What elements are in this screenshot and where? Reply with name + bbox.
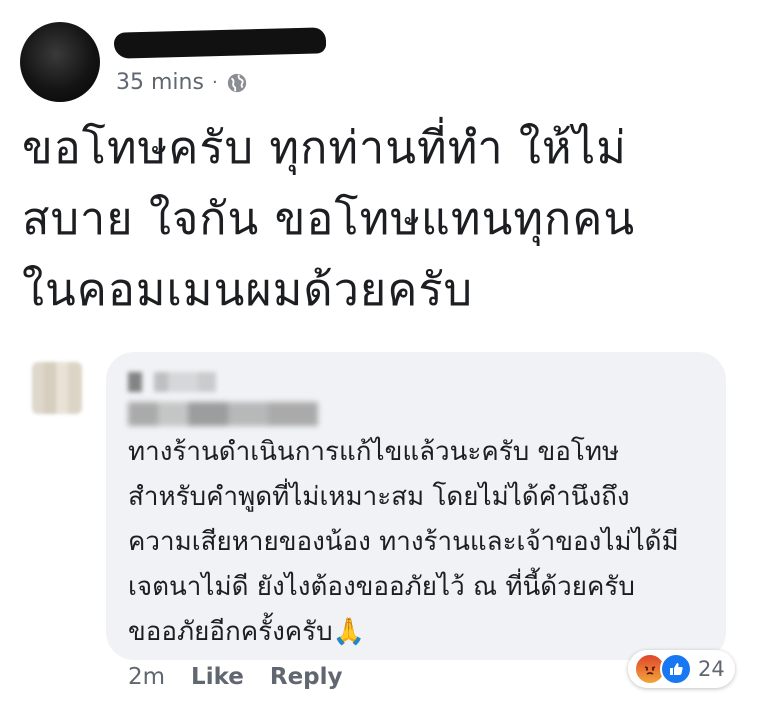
comment-bubble: ทางร้านดำเนินการแก้ไขแล้วนะครับ ขอโทษ สำ… [106, 352, 726, 660]
like-button[interactable]: Like [191, 664, 244, 690]
like-icon [660, 653, 692, 685]
reply-button[interactable]: Reply [270, 664, 343, 690]
post-meta: 35 mins · [116, 70, 248, 95]
redacted-commenter-name-line [128, 402, 318, 426]
globe-icon[interactable] [226, 72, 248, 94]
meta-separator: · [211, 72, 218, 93]
comment-avatar[interactable] [32, 362, 82, 414]
redacted-commenter-name [128, 372, 216, 392]
comment-actions: 2m Like Reply [128, 664, 343, 690]
reaction-count: 24 [698, 657, 725, 681]
post-text: ขอโทษครับ ทุกท่านที่ทำ ให้ไม่ สบาย ใจกัน… [22, 121, 636, 316]
avatar[interactable] [20, 22, 100, 102]
reaction-summary[interactable]: 24 [628, 650, 735, 688]
folded-hands-icon: 🙏 [332, 617, 366, 647]
post-header: 35 mins · [20, 22, 740, 102]
post-timestamp[interactable]: 35 mins [116, 70, 204, 95]
comment-body: ทางร้านดำเนินการแก้ไขแล้วนะครับ ขอโทษ สำ… [128, 437, 679, 647]
comment-text: ทางร้านดำเนินการแก้ไขแล้วนะครับ ขอโทษ สำ… [128, 430, 718, 655]
comment-timestamp[interactable]: 2m [128, 664, 165, 690]
redacted-author-name [113, 27, 327, 59]
